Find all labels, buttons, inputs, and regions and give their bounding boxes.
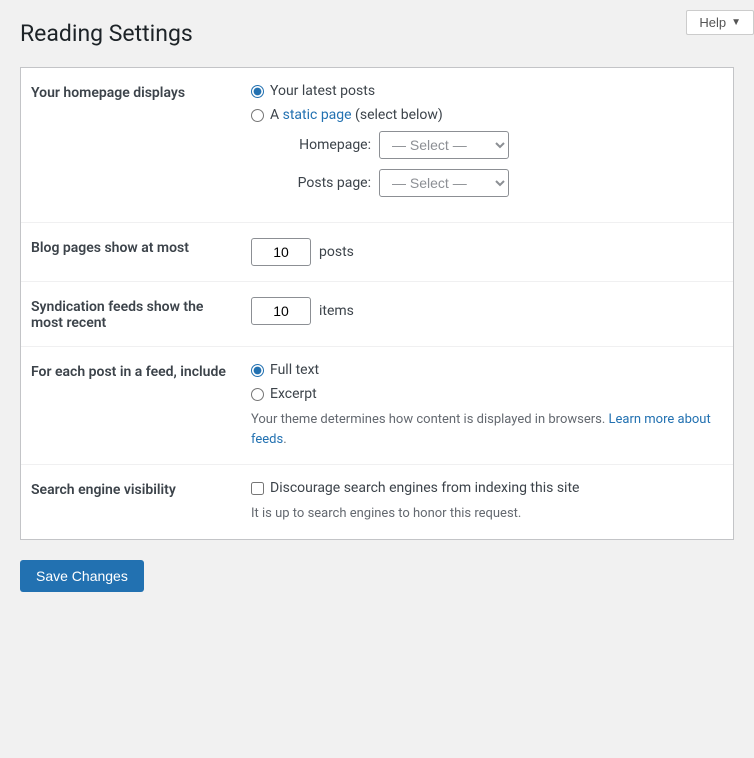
feed-include-row: For each post in a feed, include Full te… bbox=[21, 347, 733, 465]
full-text-option: Full text bbox=[251, 362, 723, 378]
latest-posts-option: Your latest posts bbox=[251, 83, 723, 99]
search-visibility-row: Search engine visibility Discourage sear… bbox=[21, 465, 733, 539]
homepage-select[interactable]: — Select — bbox=[379, 131, 509, 159]
help-label: Help bbox=[699, 15, 726, 30]
syndication-feeds-content: items bbox=[251, 297, 723, 325]
blog-pages-input[interactable] bbox=[251, 238, 311, 266]
page-selects: Homepage: — Select — Posts page: — Selec… bbox=[271, 131, 723, 197]
homepage-displays-content: Your latest posts A static page (select … bbox=[251, 83, 723, 207]
excerpt-radio[interactable] bbox=[251, 388, 264, 401]
page-title: Reading Settings bbox=[20, 20, 734, 47]
syndication-feeds-row: Syndication feeds show the most recent i… bbox=[21, 282, 733, 347]
settings-table: Your homepage displays Your latest posts… bbox=[20, 67, 734, 540]
discourage-search-label: Discourage search engines from indexing … bbox=[270, 480, 579, 496]
posts-page-select-label: Posts page: bbox=[271, 175, 371, 191]
full-text-radio[interactable] bbox=[251, 364, 264, 377]
blog-pages-row: Blog pages show at most posts bbox=[21, 223, 733, 282]
blog-pages-label: Blog pages show at most bbox=[31, 238, 251, 256]
blog-pages-content: posts bbox=[251, 238, 723, 266]
feed-include-label: For each post in a feed, include bbox=[31, 362, 251, 380]
latest-posts-label: Your latest posts bbox=[270, 83, 375, 99]
static-page-option: A static page (select below) bbox=[251, 107, 723, 123]
blog-pages-number-row: posts bbox=[251, 238, 723, 266]
posts-page-select-row: Posts page: — Select — bbox=[271, 169, 723, 197]
static-page-link[interactable]: static page bbox=[283, 107, 352, 123]
homepage-select-label: Homepage: bbox=[271, 137, 371, 153]
save-changes-button[interactable]: Save Changes bbox=[20, 560, 144, 592]
syndication-feeds-label: Syndication feeds show the most recent bbox=[31, 297, 251, 331]
homepage-displays-label: Your homepage displays bbox=[31, 83, 251, 101]
feed-include-content: Full text Excerpt Your theme determines … bbox=[251, 362, 723, 449]
search-visibility-label: Search engine visibility bbox=[31, 480, 251, 498]
blog-pages-suffix: posts bbox=[319, 244, 354, 260]
syndication-feeds-input[interactable] bbox=[251, 297, 311, 325]
search-visibility-description: It is up to search engines to honor this… bbox=[251, 504, 723, 524]
learn-more-feeds-link[interactable]: Learn more about feeds bbox=[251, 412, 711, 447]
feed-include-description: Your theme determines how content is dis… bbox=[251, 410, 723, 449]
syndication-feeds-number-row: items bbox=[251, 297, 723, 325]
excerpt-option: Excerpt bbox=[251, 386, 723, 402]
homepage-displays-row: Your homepage displays Your latest posts… bbox=[21, 68, 733, 223]
full-text-label: Full text bbox=[270, 362, 319, 378]
excerpt-label: Excerpt bbox=[270, 386, 317, 402]
syndication-feeds-suffix: items bbox=[319, 303, 354, 319]
homepage-select-row: Homepage: — Select — bbox=[271, 131, 723, 159]
latest-posts-radio[interactable] bbox=[251, 85, 264, 98]
search-visibility-content: Discourage search engines from indexing … bbox=[251, 480, 723, 524]
posts-page-select[interactable]: — Select — bbox=[379, 169, 509, 197]
discourage-search-checkbox[interactable] bbox=[251, 482, 264, 495]
search-visibility-checkbox-row: Discourage search engines from indexing … bbox=[251, 480, 723, 496]
help-button[interactable]: Help ▼ bbox=[686, 10, 754, 35]
static-page-radio[interactable] bbox=[251, 109, 264, 122]
chevron-down-icon: ▼ bbox=[731, 17, 741, 28]
static-page-label: A static page (select below) bbox=[270, 107, 443, 123]
